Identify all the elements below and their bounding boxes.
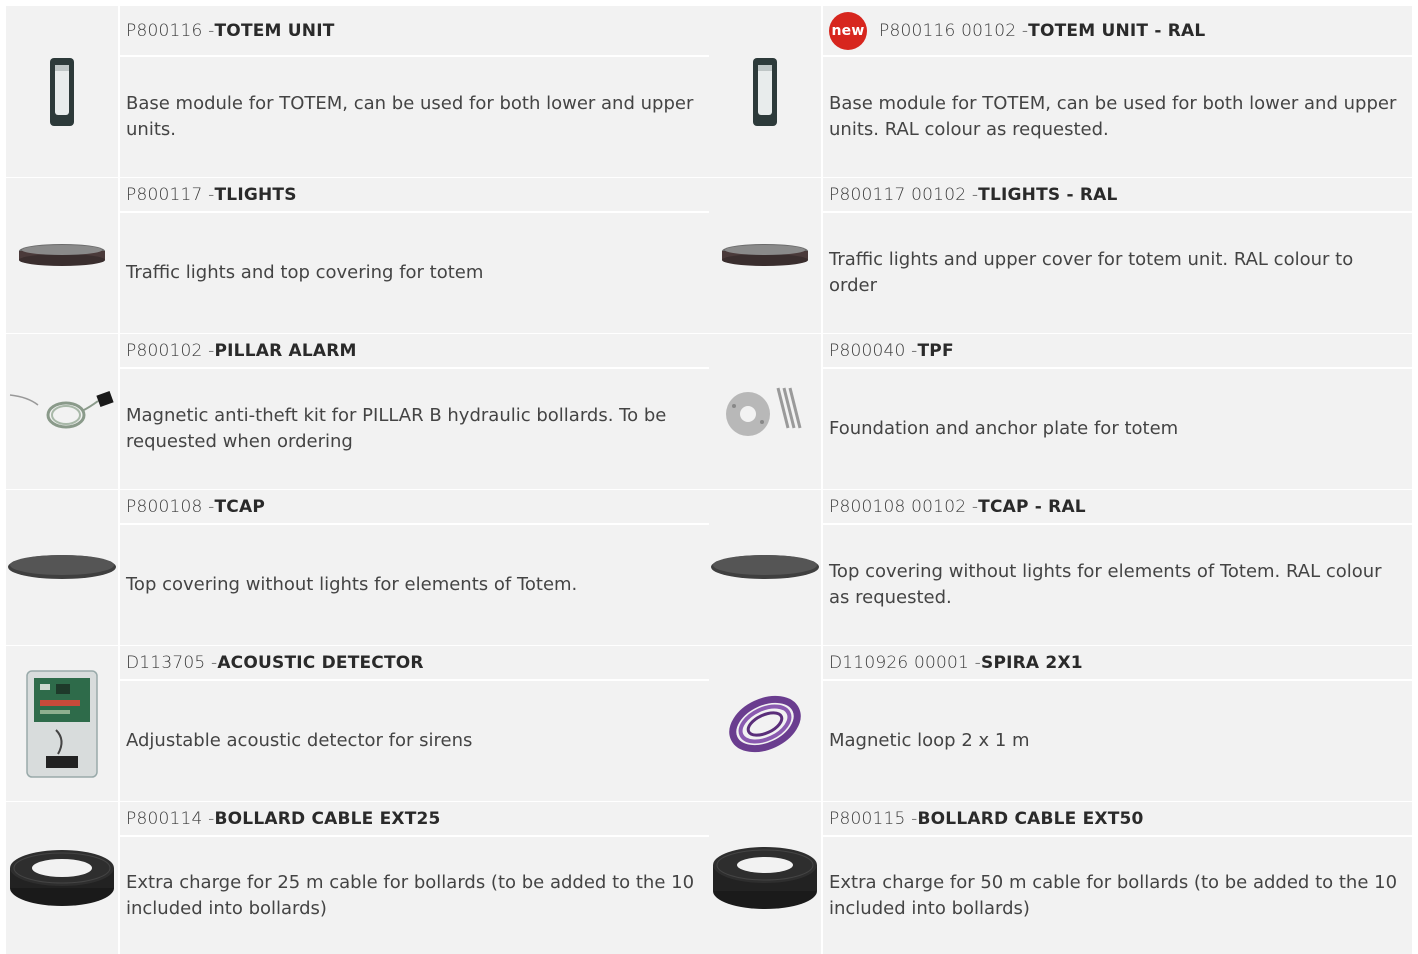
product-code: P800116 - TOTEM UNIT: [120, 6, 709, 55]
product-name: TCAP - RAL: [978, 496, 1086, 517]
table-row: D113705 - ACOUSTIC DETECTOR Adjustable a…: [6, 646, 1412, 801]
product-code: P800114 - BOLLARD CABLE EXT25: [120, 802, 709, 835]
code-label: P800114 -: [126, 808, 215, 829]
product-code: P800102 - PILLAR ALARM: [120, 334, 709, 367]
totem-unit-image: [709, 6, 821, 177]
product-cell: P800116 - TOTEM UNIT Base module for TOT…: [6, 6, 709, 177]
product-cell: D110926 00001 - SPIRA 2X1 Magnetic loop …: [709, 646, 1412, 801]
product-cell: P800108 - TCAP Top covering without ligh…: [6, 490, 709, 645]
traffic-lights-image: [709, 178, 821, 333]
code-label: P800117 -: [126, 184, 215, 205]
cable-coil-image: [709, 802, 821, 954]
product-code: P800115 - BOLLARD CABLE EXT50: [823, 802, 1412, 835]
anchor-plate-image: [709, 334, 821, 489]
product-description: Magnetic loop 2 x 1 m: [823, 681, 1412, 801]
product-code: P800040 - TPF: [823, 334, 1412, 367]
product-cell: P800108 00102 - TCAP - RAL Top covering …: [709, 490, 1412, 645]
product-name: ACOUSTIC DETECTOR: [217, 652, 424, 673]
code-label: P800117 00102 -: [829, 184, 979, 205]
product-description: Traffic lights and top covering for tote…: [120, 213, 709, 333]
product-code: P800117 - TLIGHTS: [120, 178, 709, 211]
magnetic-loop-image: [709, 646, 821, 801]
code-label: P800108 -: [126, 496, 215, 517]
code-label: P800116 00102 -: [879, 20, 1029, 41]
cable-coil-image: [6, 802, 118, 954]
product-name: TOTEM UNIT - RAL: [1028, 20, 1206, 41]
product-description: Magnetic anti-theft kit for PILLAR B hyd…: [120, 369, 709, 489]
product-name: BOLLARD CABLE EXT25: [214, 808, 441, 829]
product-code: D113705 - ACOUSTIC DETECTOR: [120, 646, 709, 679]
code-label: P800116 -: [126, 20, 215, 41]
product-description: Adjustable acoustic detector for sirens: [120, 681, 709, 801]
table-row: P800117 - TLIGHTS Traffic lights and top…: [6, 178, 1412, 333]
product-description: Base module for TOTEM, can be used for b…: [120, 57, 709, 177]
table-row: P800102 - PILLAR ALARM Magnetic anti-the…: [6, 334, 1412, 489]
product-code: P800117 00102 - TLIGHTS - RAL: [823, 178, 1412, 211]
product-description: Extra charge for 50 m cable for bollards…: [823, 837, 1412, 954]
product-cell: P800117 - TLIGHTS Traffic lights and top…: [6, 178, 709, 333]
code-label: D113705 -: [126, 652, 218, 673]
product-description: Traffic lights and upper cover for totem…: [823, 213, 1412, 333]
product-cell: P800102 - PILLAR ALARM Magnetic anti-the…: [6, 334, 709, 489]
product-name: TLIGHTS: [214, 184, 297, 205]
table-row: P800108 - TCAP Top covering without ligh…: [6, 490, 1412, 645]
product-name: SPIRA 2X1: [981, 652, 1083, 673]
product-cell: D113705 - ACOUSTIC DETECTOR Adjustable a…: [6, 646, 709, 801]
new-badge: new: [829, 11, 867, 50]
product-description: Extra charge for 25 m cable for bollards…: [120, 837, 709, 954]
product-cell: P800117 00102 - TLIGHTS - RAL Traffic li…: [709, 178, 1412, 333]
product-code: new P800116 00102 - TOTEM UNIT - RAL: [823, 6, 1412, 55]
product-description: Base module for TOTEM, can be used for b…: [823, 57, 1412, 177]
acoustic-detector-image: [6, 646, 118, 801]
product-code: D110926 00001 - SPIRA 2X1: [823, 646, 1412, 679]
table-row: P800114 - BOLLARD CABLE EXT25 Extra char…: [6, 802, 1412, 954]
product-description: Top covering without lights for elements…: [120, 525, 709, 645]
code-label: D110926 00001 -: [829, 652, 982, 673]
top-cap-image: [709, 490, 821, 645]
product-code: P800108 00102 - TCAP - RAL: [823, 490, 1412, 523]
product-description: Top covering without lights for elements…: [823, 525, 1412, 645]
code-label: P800108 00102 -: [829, 496, 979, 517]
product-name: TLIGHTS - RAL: [978, 184, 1118, 205]
code-label: P800102 -: [126, 340, 215, 361]
accessories-table: P800116 - TOTEM UNIT Base module for TOT…: [6, 6, 1412, 954]
product-name: BOLLARD CABLE EXT50: [917, 808, 1144, 829]
top-cap-image: [6, 490, 118, 645]
product-name: TOTEM UNIT: [214, 20, 335, 41]
product-cell: P800114 - BOLLARD CABLE EXT25 Extra char…: [6, 802, 709, 954]
product-cell: new P800116 00102 - TOTEM UNIT - RAL Base…: [709, 6, 1412, 177]
product-name: PILLAR ALARM: [214, 340, 357, 361]
product-cell: P800040 - TPF Foundation and anchor plat…: [709, 334, 1412, 489]
product-code: P800108 - TCAP: [120, 490, 709, 523]
pillar-alarm-image: [6, 334, 118, 489]
totem-unit-image: [6, 6, 118, 177]
product-name: TPF: [917, 340, 954, 361]
product-description: Foundation and anchor plate for totem: [823, 369, 1412, 489]
traffic-lights-image: [6, 178, 118, 333]
product-name: TCAP: [214, 496, 265, 517]
table-row: P800116 - TOTEM UNIT Base module for TOT…: [6, 6, 1412, 177]
code-label: P800040 -: [829, 340, 918, 361]
product-cell: P800115 - BOLLARD CABLE EXT50 Extra char…: [709, 802, 1412, 954]
code-label: P800115 -: [829, 808, 918, 829]
